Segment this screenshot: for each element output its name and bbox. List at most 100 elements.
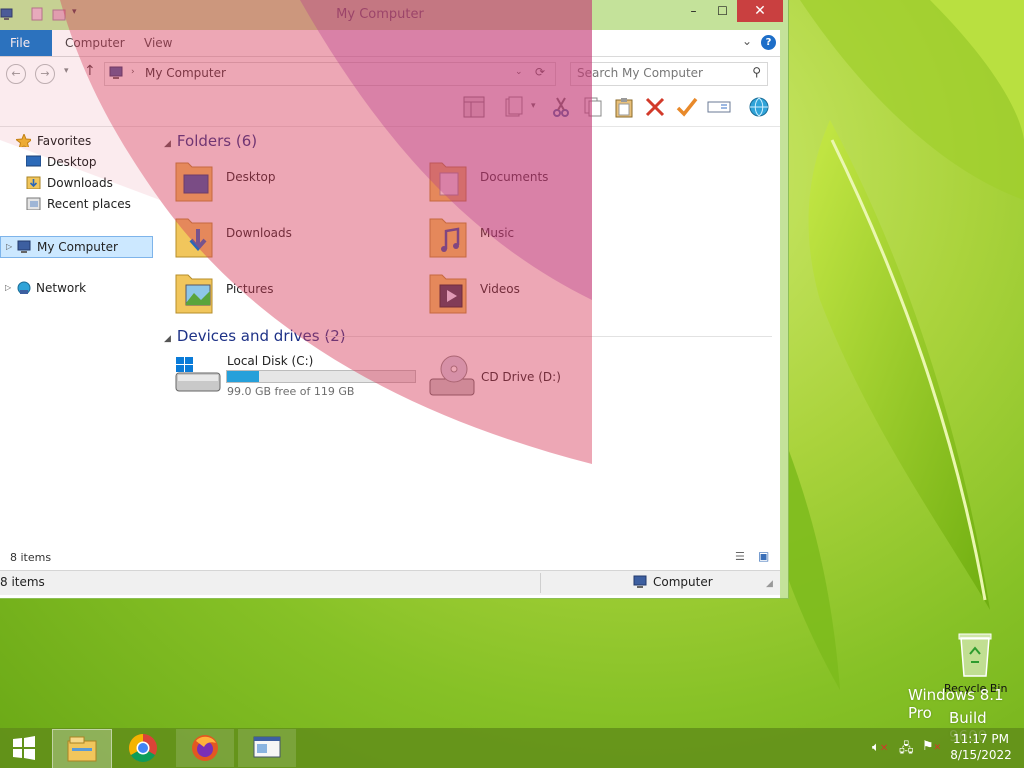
drive-local-disk-c[interactable]: Local Disk (C:) 99.0 GB free of 119 GB: [174, 353, 420, 405]
devices-group-header[interactable]: ◢ Devices and drives (2): [164, 327, 346, 345]
copy-icon[interactable]: [580, 94, 606, 120]
properties-icon[interactable]: [501, 94, 527, 120]
folder-pictures[interactable]: Pictures: [174, 269, 414, 317]
folder-documents[interactable]: Documents: [428, 157, 668, 205]
expand-arrow-icon[interactable]: ▷: [5, 278, 11, 298]
paste-icon[interactable]: [611, 94, 637, 120]
desktop-folder-icon: [175, 162, 213, 202]
computer-icon: [633, 575, 647, 588]
search-icon[interactable]: ⚲: [752, 65, 761, 79]
nav-item-my-computer[interactable]: ▷ My Computer: [0, 236, 153, 258]
nav-item-desktop[interactable]: Desktop: [4, 152, 154, 172]
refresh-icon[interactable]: ⟳: [535, 65, 545, 79]
properties-icon[interactable]: [30, 7, 44, 21]
chrome-icon: [129, 734, 157, 762]
new-folder-icon[interactable]: [52, 7, 66, 21]
computer-icon: [109, 66, 123, 79]
tab-file[interactable]: File: [0, 30, 52, 56]
collapse-arrow-icon[interactable]: ◢: [164, 139, 171, 149]
pictures-folder-icon: [175, 274, 213, 314]
network-icon: [17, 281, 31, 294]
network-globe-icon[interactable]: [746, 94, 772, 120]
search-input[interactable]: Search My Computer: [577, 66, 703, 80]
help-button[interactable]: ?: [761, 35, 776, 50]
breadcrumb[interactable]: My Computer: [145, 66, 226, 80]
navigation-pane: Favorites Desktop Downloads Recent place…: [0, 127, 156, 547]
nav-item-favorites[interactable]: Favorites: [4, 131, 154, 151]
content-area: ◢ Folders (6) Desktop Documents Downloads…: [156, 127, 780, 547]
title-bar[interactable]: ▾ My Computer – ☐ ✕: [0, 0, 788, 30]
clock-date: 8/15/2022: [950, 748, 1012, 762]
drive-cd-d[interactable]: CD Drive (D:): [428, 353, 628, 405]
close-button[interactable]: ✕: [737, 0, 783, 22]
folder-videos[interactable]: Videos: [428, 269, 668, 317]
tab-view[interactable]: View: [134, 30, 182, 56]
network-status-icon[interactable]: 🖧︎: [899, 739, 914, 761]
address-bar[interactable]: › My Computer ⌄ ⟳: [104, 62, 556, 86]
taskbar-my-computer[interactable]: [238, 729, 296, 767]
recent-places-icon: [26, 197, 41, 210]
large-icons-view-icon[interactable]: ▣: [758, 549, 769, 563]
inner-item-count: 8 items: [10, 551, 52, 564]
toolbar: ▾: [0, 90, 788, 127]
search-box[interactable]: Search My Computer ⚲: [570, 62, 768, 86]
action-center-icon[interactable]: ⚑✕: [922, 739, 941, 754]
nav-item-recent-places[interactable]: Recent places: [4, 194, 154, 214]
downloads-icon: [26, 176, 41, 189]
check-icon[interactable]: [674, 94, 700, 120]
drive-free-space: 99.0 GB free of 119 GB: [227, 385, 355, 398]
folder-desktop[interactable]: Desktop: [174, 157, 414, 205]
address-dropdown-icon[interactable]: ⌄: [515, 67, 523, 77]
clock-time: 11:17 PM: [953, 732, 1009, 746]
delete-icon[interactable]: [642, 94, 668, 120]
nav-item-downloads[interactable]: Downloads: [4, 173, 154, 193]
taskbar-chrome[interactable]: [114, 729, 172, 767]
folders-group-header[interactable]: ◢ Folders (6): [164, 132, 257, 150]
taskbar-firefox[interactable]: [176, 729, 234, 767]
windows-logo-icon: [13, 736, 35, 760]
resize-grip-icon[interactable]: ◢: [766, 579, 773, 589]
up-button[interactable]: ↑: [84, 63, 96, 79]
expand-arrow-icon[interactable]: ▷: [6, 237, 12, 257]
collapse-arrow-icon[interactable]: ◢: [164, 334, 171, 344]
recent-locations-icon[interactable]: ▾: [64, 66, 69, 76]
group-divider: [326, 336, 772, 337]
back-button[interactable]: ←: [6, 64, 26, 84]
preview-pane-icon[interactable]: [461, 94, 487, 120]
breadcrumb-separator-icon[interactable]: ›: [131, 67, 135, 77]
cut-icon[interactable]: [548, 94, 574, 120]
forward-button[interactable]: →: [35, 64, 55, 84]
downloads-folder-icon: [175, 218, 213, 258]
recycle-bin-icon: [958, 633, 992, 677]
disk-usage-bar: [226, 370, 416, 383]
navigation-bar: ← → ▾ ↑ › My Computer ⌄ ⟳ Search My Comp…: [0, 57, 788, 89]
start-button[interactable]: [0, 729, 48, 767]
folder-music[interactable]: Music: [428, 213, 668, 261]
volume-muted-icon[interactable]: 🔈︎✕: [872, 740, 888, 755]
local-disk-icon: [175, 357, 221, 392]
folder-label: Music: [480, 226, 515, 240]
properties-dropdown-icon[interactable]: ▾: [531, 101, 536, 111]
folder-label: Videos: [480, 282, 520, 296]
minimize-button[interactable]: –: [679, 0, 708, 22]
nav-item-label: My Computer: [37, 240, 118, 254]
videos-folder-icon: [429, 274, 467, 314]
qat-dropdown-icon[interactable]: ▾: [72, 7, 77, 17]
clock[interactable]: 11:17 PM 8/15/2022: [950, 731, 1012, 763]
chevron-down-icon[interactable]: ⌄: [742, 34, 752, 48]
taskbar-file-explorer[interactable]: [52, 729, 112, 769]
nav-item-label: Network: [36, 281, 87, 295]
desktop-icon: [26, 155, 41, 167]
rename-icon[interactable]: [706, 94, 732, 120]
details-view-icon[interactable]: ☰: [735, 550, 745, 563]
folders-heading: Folders: [176, 132, 232, 150]
documents-folder-icon: [429, 162, 467, 202]
folder-downloads[interactable]: Downloads: [174, 213, 414, 261]
tab-computer[interactable]: Computer: [55, 30, 135, 56]
nav-item-network[interactable]: ▷ Network: [0, 278, 150, 298]
explorer-window: ▾ My Computer – ☐ ✕ File Computer View ⌄…: [0, 0, 788, 598]
window-title: My Computer: [336, 7, 424, 22]
folders-count: (6): [235, 132, 258, 150]
my-computer-window-icon: [253, 736, 281, 758]
maximize-button[interactable]: ☐: [708, 0, 737, 22]
